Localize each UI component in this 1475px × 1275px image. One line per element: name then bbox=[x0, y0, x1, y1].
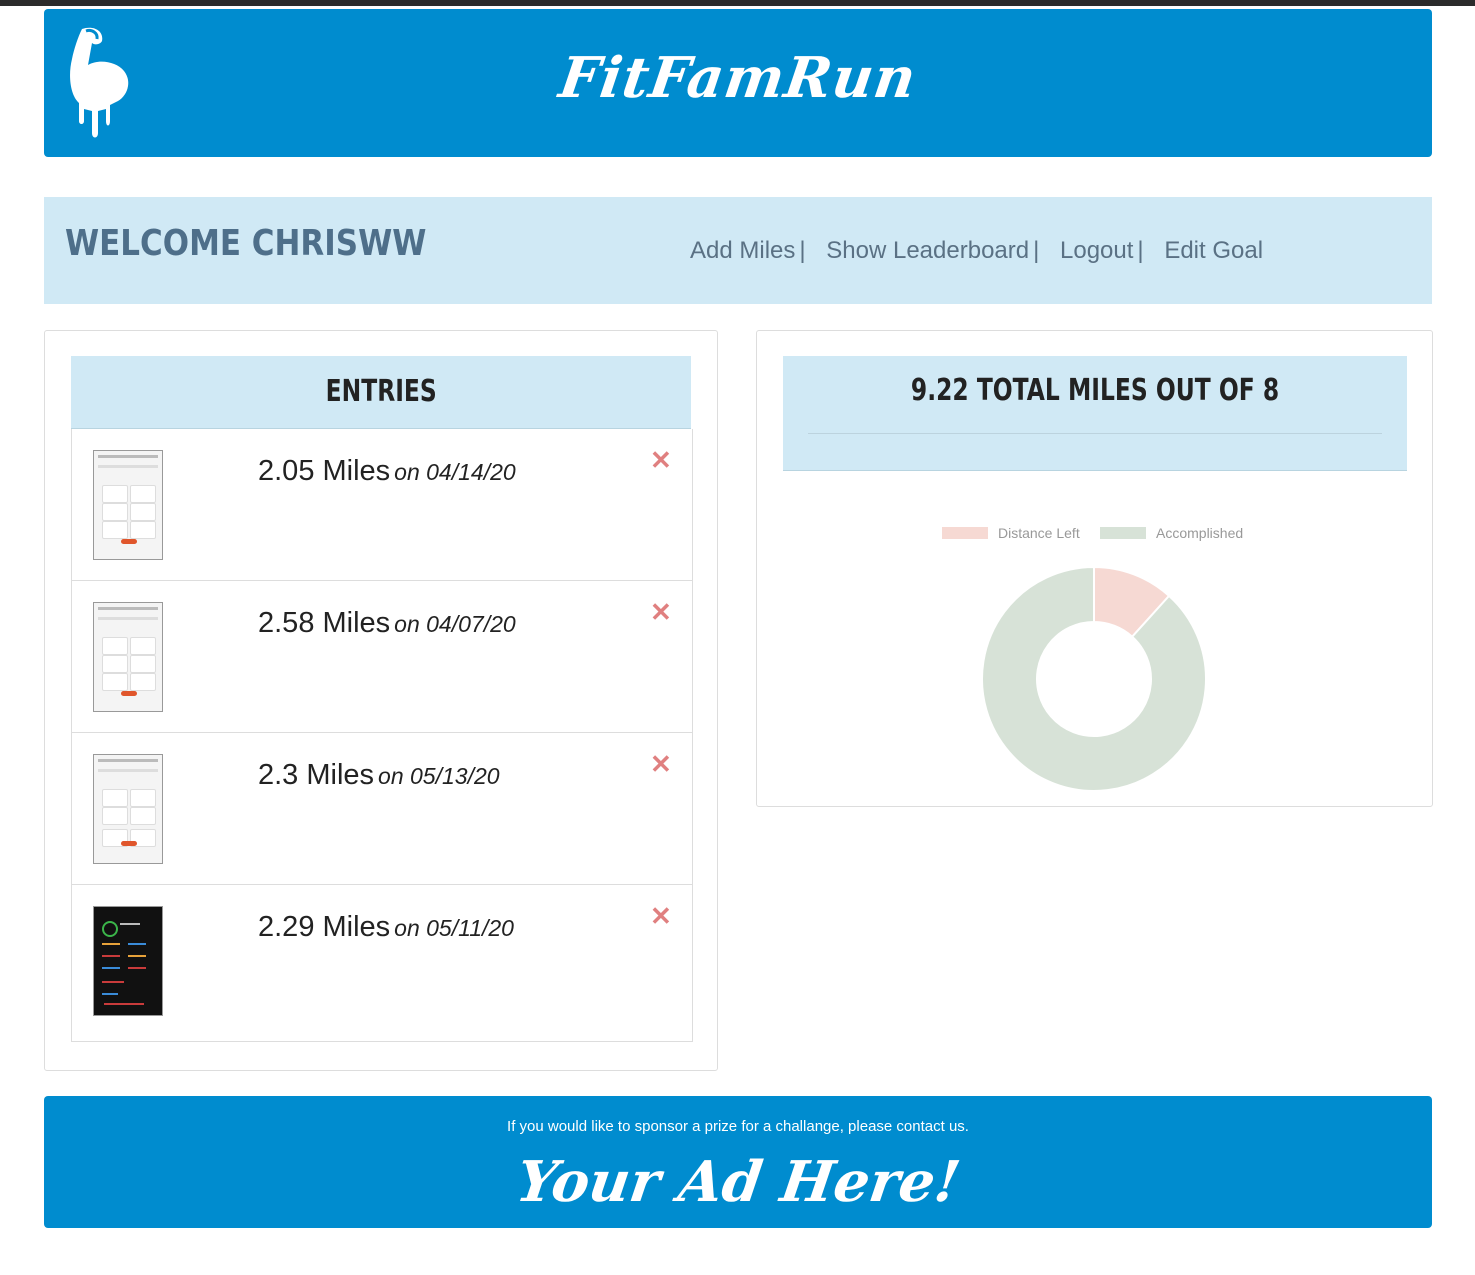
doughnut-slice-accomplished[interactable] bbox=[981, 565, 1207, 791]
sponsor-text: If you would like to sponsor a prize for… bbox=[507, 1118, 969, 1135]
entry-date: on 04/14/20 bbox=[394, 459, 516, 485]
entry-text: 2.29 Miles on 05/11/20 bbox=[258, 911, 514, 944]
close-icon[interactable]: ✕ bbox=[650, 751, 672, 777]
add-miles-link[interactable]: Add Miles bbox=[690, 237, 795, 264]
progress-doughnut-chart: Distance Left Accomplished bbox=[942, 525, 1243, 791]
progress-title: 9.22 TOTAL MILES OUT OF 8 bbox=[910, 373, 1280, 408]
entry-miles: 2.29 Miles bbox=[258, 911, 391, 943]
sponsor-footer: If you would like to sponsor a prize for… bbox=[44, 1096, 1432, 1228]
header-divider bbox=[808, 433, 1382, 434]
entry-row: 2.05 Miles on 04/14/20 ✕ bbox=[72, 429, 692, 581]
nav-separator: | bbox=[1033, 237, 1040, 264]
entry-text: 2.3 Miles on 05/13/20 bbox=[258, 759, 500, 792]
progress-header: 9.22 TOTAL MILES OUT OF 8 bbox=[783, 356, 1407, 471]
entry-text: 2.05 Miles on 04/14/20 bbox=[258, 455, 516, 488]
legend-swatch[interactable] bbox=[1100, 527, 1146, 539]
entry-miles: 2.58 Miles bbox=[258, 607, 391, 639]
nav-separator: | bbox=[1137, 237, 1144, 264]
entry-miles: 2.05 Miles bbox=[258, 455, 391, 487]
legend-label[interactable]: Distance Left bbox=[998, 525, 1080, 541]
run-screenshot-thumbnail[interactable] bbox=[93, 602, 163, 712]
entry-miles: 2.3 Miles bbox=[258, 759, 375, 791]
entry-date: on 04/07/20 bbox=[394, 611, 516, 637]
entry-date: on 05/13/20 bbox=[378, 763, 500, 789]
brand-title: FitFamRun bbox=[555, 45, 921, 111]
edit-goal-link[interactable]: Edit Goal bbox=[1164, 237, 1263, 264]
entry-date: on 05/11/20 bbox=[394, 915, 514, 941]
welcome-bar: WELCOME CHRISWW Add Miles | Show Leaderbo… bbox=[44, 197, 1432, 304]
progress-card: 9.22 TOTAL MILES OUT OF 8 Distance Left A… bbox=[756, 330, 1433, 807]
logout-link[interactable]: Logout bbox=[1060, 237, 1133, 264]
entries-title: ENTRIES bbox=[325, 374, 437, 409]
close-icon[interactable]: ✕ bbox=[650, 599, 672, 625]
site-header: FitFamRun bbox=[44, 9, 1432, 157]
legend-label[interactable]: Accomplished bbox=[1156, 525, 1243, 541]
entry-row: 2.29 Miles on 05/11/20 ✕ bbox=[72, 885, 692, 1041]
close-icon[interactable]: ✕ bbox=[650, 903, 672, 929]
entry-text: 2.58 Miles on 04/07/20 bbox=[258, 607, 516, 640]
entries-card: ENTRIES 2.05 Miles on 04/14/20 ✕ 2.58 Mi… bbox=[44, 330, 718, 1071]
show-leaderboard-link[interactable]: Show Leaderboard bbox=[826, 237, 1029, 264]
entries-list: 2.05 Miles on 04/14/20 ✕ 2.58 Miles on 04/… bbox=[71, 429, 693, 1042]
run-screenshot-thumbnail[interactable] bbox=[93, 754, 163, 864]
ad-banner-text[interactable]: Your Ad Here! bbox=[512, 1149, 964, 1215]
entry-row: 2.3 Miles on 05/13/20 ✕ bbox=[72, 733, 692, 885]
welcome-title: WELCOME CHRISWW bbox=[65, 223, 427, 264]
entry-row: 2.58 Miles on 04/07/20 ✕ bbox=[72, 581, 692, 733]
run-screenshot-thumbnail[interactable] bbox=[93, 450, 163, 560]
nav-separator: | bbox=[799, 237, 806, 264]
window-top-border bbox=[0, 0, 1475, 6]
legend-swatch[interactable] bbox=[942, 527, 988, 539]
entries-header: ENTRIES bbox=[71, 356, 691, 429]
run-screenshot-thumbnail[interactable] bbox=[93, 906, 163, 1016]
close-icon[interactable]: ✕ bbox=[650, 447, 672, 473]
top-nav: Add Miles | Show Leaderboard | Logout | Edi… bbox=[690, 237, 1263, 265]
